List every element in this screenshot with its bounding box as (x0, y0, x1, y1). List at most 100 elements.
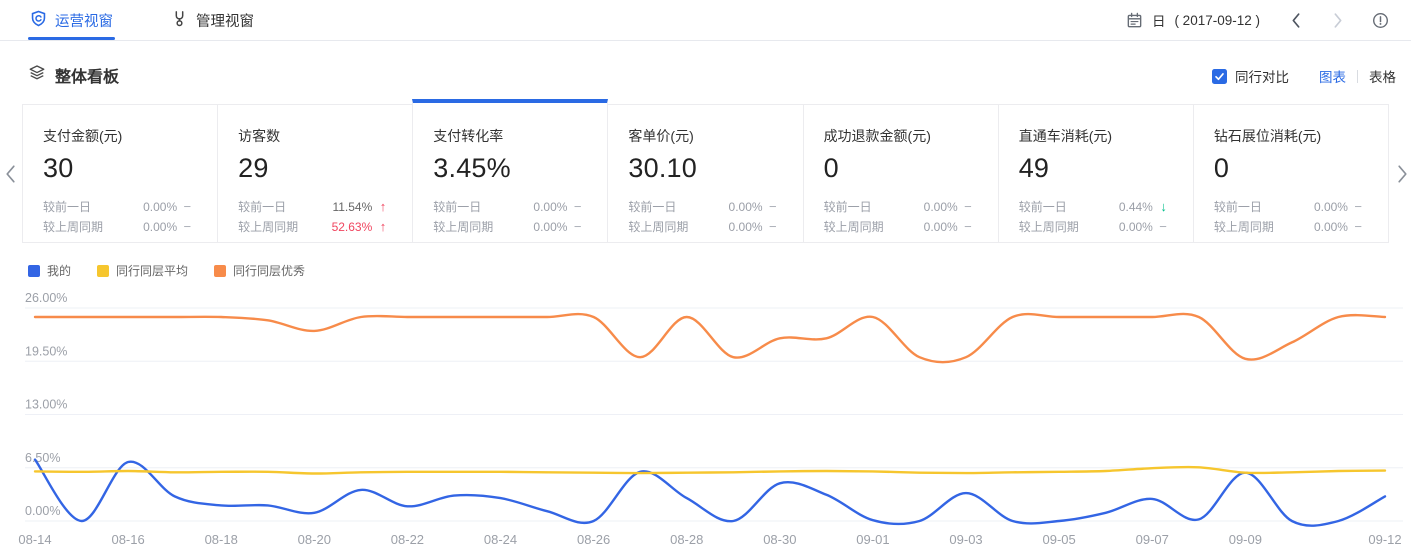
trend-flat-icon: − (567, 217, 581, 237)
metric-cards-row: 支付金额(元)30较前一日0.00%−较上周同期0.00%−访客数29较前一日1… (22, 99, 1389, 243)
metric-card-title: 成功退款金额(元) (824, 126, 972, 146)
compare-row-value: 0.00% (533, 217, 567, 237)
metric-card-value: 0 (824, 153, 972, 184)
trend-flat-icon: − (177, 197, 191, 217)
legend-item-0[interactable]: 我的 (28, 262, 71, 279)
legend-label: 同行同层优秀 (233, 262, 305, 279)
metric-card-title: 支付转化率 (433, 126, 581, 146)
compare-row: 较上周同期0.00%− (1019, 217, 1167, 237)
legend-item-1[interactable]: 同行同层平均 (97, 262, 188, 279)
x-axis-label: 08-28 (670, 532, 703, 547)
x-axis-label: 09-07 (1136, 532, 1169, 547)
x-axis-label: 08-22 (391, 532, 424, 547)
shield-icon (30, 10, 47, 31)
x-axis-label: 09-12 (1368, 532, 1401, 547)
peer-compare-label: 同行对比 (1235, 66, 1289, 86)
page-title: 整体看板 (55, 63, 119, 87)
calendar-icon[interactable] (1126, 12, 1143, 29)
trend-chart: 0.00%6.50%13.00%19.50%26.00%08-1408-1608… (0, 288, 1411, 560)
peer-compare-checkbox[interactable] (1212, 69, 1227, 84)
metric-card-6[interactable]: 钻石展位消耗(元)0较前一日0.00%−较上周同期0.00%− (1193, 104, 1389, 243)
x-axis-label: 08-24 (484, 532, 517, 547)
metric-card-compare-rows: 较前一日0.00%−较上周同期0.00%− (628, 197, 776, 237)
metric-card-1[interactable]: 访客数29较前一日11.54%↑较上周同期52.63%↑ (217, 104, 413, 243)
trend-flat-icon: − (763, 217, 777, 237)
x-axis-label: 08-16 (111, 532, 144, 547)
series-line-2 (35, 314, 1385, 362)
compare-row-label: 较上周同期 (1019, 217, 1119, 237)
metric-card-compare-rows: 较前一日0.00%−较上周同期0.00%− (43, 197, 191, 237)
compare-row: 较上周同期0.00%− (43, 217, 191, 237)
trend-down-icon: ↓ (1153, 197, 1167, 217)
compare-row-label: 较上周同期 (43, 217, 143, 237)
y-axis-label: 19.50% (25, 344, 67, 358)
metric-card-value: 29 (238, 153, 386, 184)
compare-row: 较前一日0.00%− (1214, 197, 1362, 217)
metric-card-3[interactable]: 客单价(元)30.10较前一日0.00%−较上周同期0.00%− (607, 104, 803, 243)
view-toggle-table[interactable]: 表格 (1369, 66, 1396, 86)
compare-row-value: 0.00% (729, 197, 763, 217)
trend-up-icon: ↑ (372, 217, 386, 237)
y-axis-label: 26.00% (25, 291, 67, 305)
compare-row: 较上周同期0.00%− (1214, 217, 1362, 237)
compare-row-value: 0.44% (1119, 197, 1153, 217)
compare-row-value: 11.54% (332, 197, 372, 217)
trend-flat-icon: − (958, 197, 972, 217)
metric-card-value: 0 (1214, 153, 1362, 184)
date-granularity[interactable]: 日 (1152, 10, 1166, 30)
trend-flat-icon: − (1153, 217, 1167, 237)
compare-row: 较前一日0.00%− (43, 197, 191, 217)
metric-card-0[interactable]: 支付金额(元)30较前一日0.00%−较上周同期0.00%− (22, 104, 218, 243)
legend-swatch (28, 265, 40, 277)
compare-row: 较上周同期0.00%− (628, 217, 776, 237)
compare-row: 较上周同期0.00%− (433, 217, 581, 237)
metric-card-2[interactable]: 支付转化率 3.45% 较前一日0.00%−较上周同期0.00%− (412, 99, 608, 243)
x-axis-label: 09-01 (856, 532, 889, 547)
compare-row-label: 较上周同期 (1214, 217, 1314, 237)
legend-label: 同行同层平均 (116, 262, 188, 279)
compare-row: 较前一日0.00%− (628, 197, 776, 217)
metric-card-5[interactable]: 直通车消耗(元)49较前一日0.44%↓较上周同期0.00%− (998, 104, 1194, 243)
compare-row-label: 较前一日 (628, 197, 728, 217)
info-icon[interactable] (1372, 12, 1389, 29)
compare-row-label: 较前一日 (433, 197, 533, 217)
compare-row-value: 0.00% (924, 197, 958, 217)
legend-label: 我的 (47, 262, 71, 279)
metric-card-value: 3.45% (433, 153, 581, 184)
compare-row-label: 较上周同期 (433, 217, 533, 237)
trend-flat-icon: − (763, 197, 777, 217)
x-axis-label: 09-05 (1043, 532, 1076, 547)
trend-up-icon: ↑ (372, 197, 386, 217)
x-axis-label: 09-09 (1229, 532, 1262, 547)
tab-management-view[interactable]: 管理视窗 (169, 0, 256, 40)
compare-row: 较前一日0.00%− (824, 197, 972, 217)
x-axis-label: 08-20 (298, 532, 331, 547)
compare-row: 较上周同期0.00%− (824, 217, 972, 237)
next-date-button[interactable] (1332, 12, 1344, 29)
legend-item-2[interactable]: 同行同层优秀 (214, 262, 305, 279)
stethoscope-icon (171, 10, 188, 31)
app-root: 运营视窗 管理视窗 (0, 0, 1411, 560)
compare-row-value: 0.00% (924, 217, 958, 237)
view-toggle-chart[interactable]: 图表 (1319, 66, 1346, 86)
tab-operations-view[interactable]: 运营视窗 (28, 0, 115, 40)
metric-card-title: 支付金额(元) (43, 126, 191, 146)
metric-card-compare-rows: 较前一日0.00%−较上周同期0.00%− (1214, 197, 1362, 237)
prev-date-button[interactable] (1290, 12, 1302, 29)
tab-label: 运营视窗 (55, 10, 113, 31)
cards-prev-arrow[interactable] (3, 163, 17, 185)
tab-label: 管理视窗 (196, 10, 254, 31)
trend-flat-icon: − (1348, 197, 1362, 217)
y-axis-label: 6.50% (25, 451, 60, 465)
trend-flat-icon: − (1348, 217, 1362, 237)
x-axis-label: 08-14 (18, 532, 51, 547)
trend-flat-icon: − (177, 217, 191, 237)
chart-legend: 我的 同行同层平均 同行同层优秀 (28, 262, 305, 279)
metric-card-4[interactable]: 成功退款金额(元) 0 较前一日0.00%−较上周同期0.00%− (803, 104, 999, 243)
trend-flat-icon: − (958, 217, 972, 237)
active-tab-underline (28, 37, 115, 40)
x-axis-label: 08-26 (577, 532, 610, 547)
metric-card-value: 49 (1019, 153, 1167, 184)
cards-next-arrow[interactable] (1395, 163, 1409, 185)
legend-swatch (214, 265, 226, 277)
